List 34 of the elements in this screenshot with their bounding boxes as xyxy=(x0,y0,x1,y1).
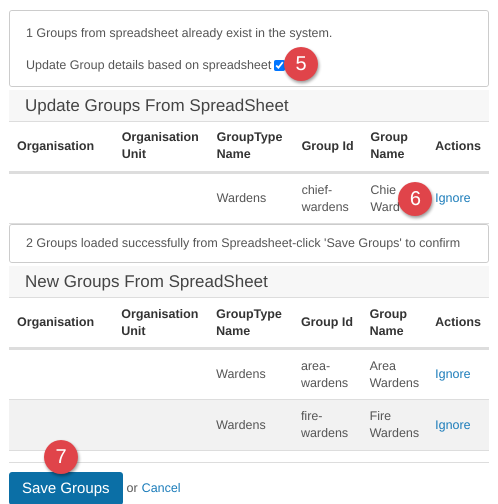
update-checkbox[interactable] xyxy=(274,60,286,71)
save-button[interactable]: Save Groups xyxy=(9,472,123,504)
cancel-link[interactable]: Cancel xyxy=(142,479,181,498)
column-header: Actions xyxy=(427,122,489,172)
step-badge: 5 xyxy=(284,46,318,81)
column-header: Group Name xyxy=(362,298,428,349)
column-header: GroupType Name xyxy=(208,298,293,349)
ignore-link[interactable]: Ignore xyxy=(435,191,471,206)
column-header: Organisation xyxy=(9,298,114,349)
table-cell: Wardens xyxy=(208,348,293,400)
column-header: Organisation Unit xyxy=(113,298,208,349)
table-cell: area-wardens xyxy=(292,348,362,400)
column-header: GroupType Name xyxy=(208,122,294,172)
table-cell: Fire Wardens xyxy=(362,400,428,451)
section-title: Update Groups From SpreadSheet xyxy=(25,96,289,114)
checkbox-label: Update Group details based on spreadsheet xyxy=(26,56,272,74)
column-header: Group Name xyxy=(362,122,428,172)
table-cell: fire-wardens xyxy=(292,400,362,451)
column-header: Group Id xyxy=(294,122,362,172)
notice-text: 1 Groups from spreadsheet already exist in the system. xyxy=(26,25,334,42)
table-cell: chief-wardens xyxy=(294,172,362,224)
table-cell: Area Wardens xyxy=(362,348,428,400)
notice-text: 2 Groups loaded successfully from Spreadsheet-click 'Save Groups' to confirm xyxy=(26,235,462,252)
or-text: or xyxy=(126,480,138,498)
column-header: Actions xyxy=(427,298,489,349)
step-badge: 6 xyxy=(398,182,432,216)
column-header: Organisation xyxy=(9,122,114,172)
column-header: Group Id xyxy=(292,298,362,349)
ignore-link[interactable]: Ignore xyxy=(435,367,471,382)
table-cell: Wardens xyxy=(208,172,294,224)
ignore-link[interactable]: Ignore xyxy=(435,418,471,432)
section-title: New Groups From SpreadSheet xyxy=(25,272,268,290)
table-cell: Wardens xyxy=(208,400,293,451)
column-header: Organisation Unit xyxy=(114,122,209,172)
